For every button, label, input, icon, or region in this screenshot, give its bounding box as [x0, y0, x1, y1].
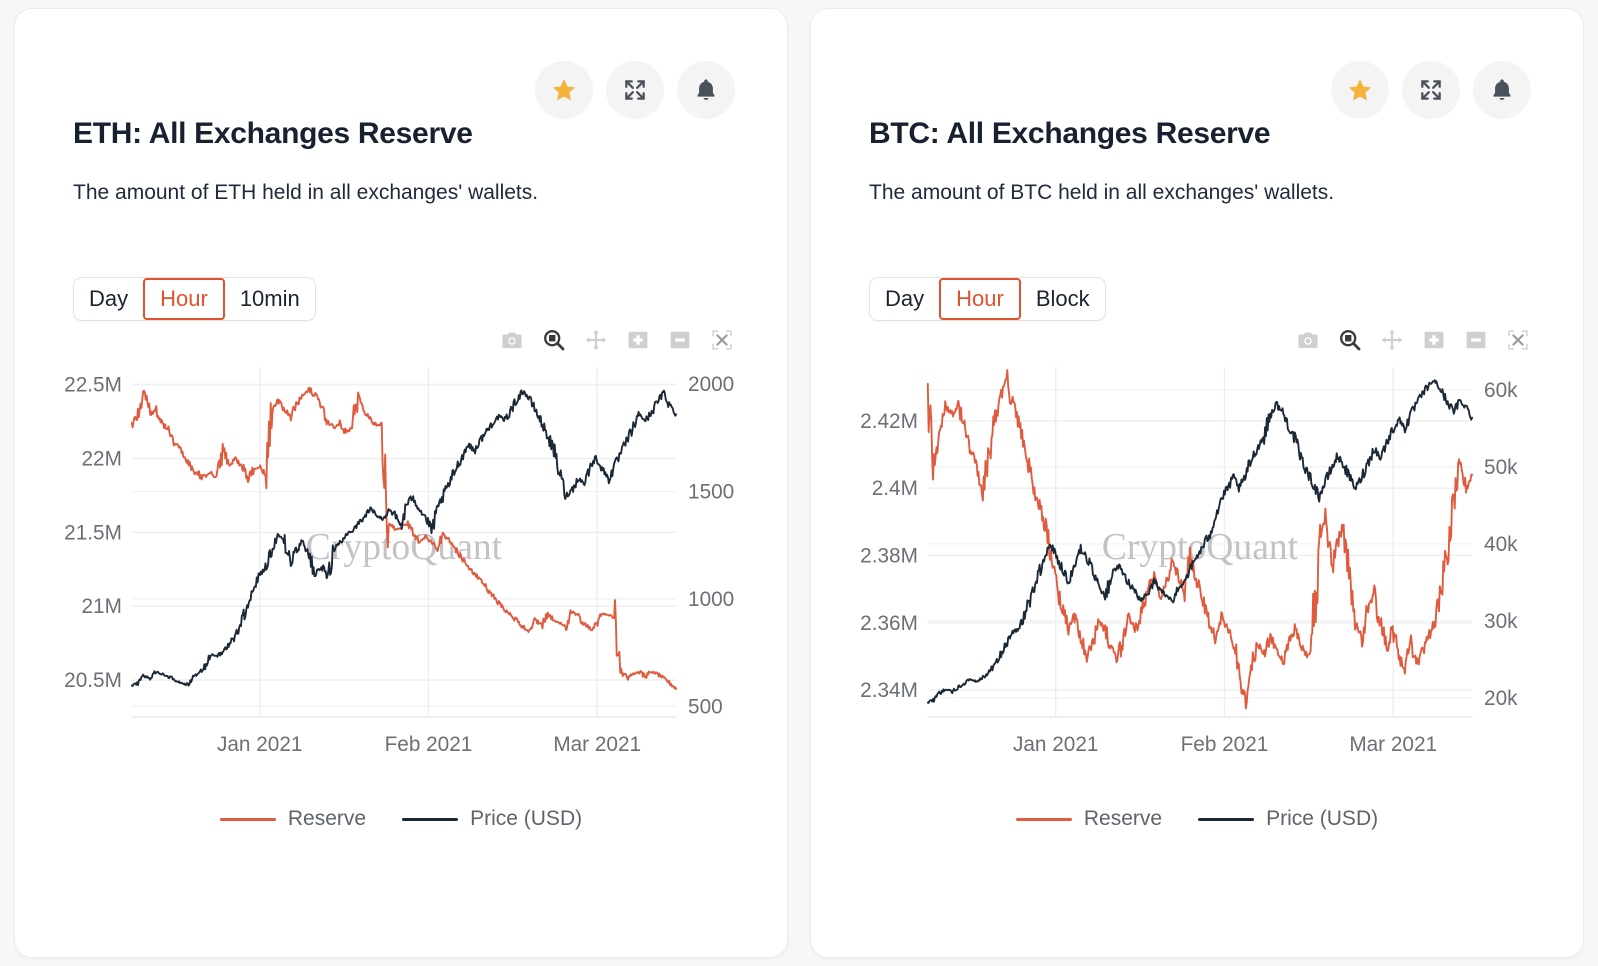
- x-axis-tick-label: Jan 2021: [1013, 733, 1098, 756]
- metric-card-eth: ETH: All Exchanges Reserve The amount of…: [14, 8, 788, 958]
- legend-swatch-price: [402, 818, 458, 821]
- chart-modebar: [1295, 327, 1531, 353]
- y-axis-tick-label: 2.4M: [872, 477, 918, 500]
- minus-icon: [1464, 328, 1488, 352]
- legend-item-price[interactable]: Price (USD): [402, 807, 582, 831]
- zoom-in-button[interactable]: [1421, 327, 1447, 353]
- legend-label-reserve: Reserve: [1084, 807, 1162, 831]
- card-description: The amount of ETH held in all exchanges'…: [73, 181, 538, 205]
- chart-svg: 22.5M 22M 21.5M 21M 20.5M 2000 1500 1000 500 Jan …: [15, 349, 787, 769]
- resolution-option-block[interactable]: Block: [1021, 278, 1105, 320]
- y2-axis-tick-label: 30k: [1484, 610, 1518, 633]
- y2-axis-tick-label: 20k: [1484, 687, 1518, 710]
- pan-button[interactable]: [583, 327, 609, 353]
- bell-icon: [693, 77, 719, 103]
- zoom-select-button[interactable]: [541, 327, 567, 353]
- autoscale-icon: [710, 328, 734, 352]
- star-icon: [1346, 76, 1374, 104]
- zoom-select-button[interactable]: [1337, 327, 1363, 353]
- x-axis-tick-label: Feb 2021: [385, 733, 473, 756]
- y-axis-tick-label: 21.5M: [64, 521, 122, 544]
- legend-label-price: Price (USD): [1266, 807, 1378, 831]
- fullscreen-button[interactable]: [1402, 61, 1460, 119]
- chart-plot-area[interactable]: 22.5M 22M 21.5M 21M 20.5M 2000 1500 1000 500 Jan …: [15, 349, 787, 769]
- resolution-toggle-group: Day Hour Block: [869, 277, 1106, 321]
- chart-legend: Reserve Price (USD): [811, 807, 1583, 831]
- download-png-button[interactable]: [499, 327, 525, 353]
- x-axis-tick-label: Mar 2021: [1349, 733, 1437, 756]
- legend-swatch-price: [1198, 818, 1254, 821]
- y-axis-tick-label: 2.36M: [860, 612, 918, 635]
- legend-swatch-reserve: [220, 818, 276, 821]
- zoom-box-icon: [542, 328, 566, 352]
- legend-swatch-reserve: [1016, 818, 1072, 821]
- y2-axis-tick-label: 500: [688, 695, 723, 718]
- y2-axis-tick-label: 1000: [688, 588, 734, 611]
- y2-axis-tick-label: 1500: [688, 480, 734, 503]
- alert-bell-button[interactable]: [677, 61, 735, 119]
- page-title: ETH: All Exchanges Reserve: [73, 117, 473, 151]
- zoom-in-button[interactable]: [625, 327, 651, 353]
- resolution-option-day[interactable]: Day: [74, 278, 143, 320]
- bell-icon: [1489, 77, 1515, 103]
- fullscreen-button[interactable]: [606, 61, 664, 119]
- legend-item-reserve[interactable]: Reserve: [1016, 807, 1162, 831]
- minus-icon: [668, 328, 692, 352]
- camera-icon: [1296, 328, 1320, 352]
- star-icon: [550, 76, 578, 104]
- favorite-star-button[interactable]: [1331, 61, 1389, 119]
- y-axis-tick-label: 2.34M: [860, 679, 918, 702]
- chart-legend: Reserve Price (USD): [15, 807, 787, 831]
- legend-label-price: Price (USD): [470, 807, 582, 831]
- card-description: The amount of BTC held in all exchanges'…: [869, 181, 1334, 205]
- y-axis-tick-label: 22M: [81, 447, 121, 470]
- watermark: CryptoQuant: [1102, 526, 1299, 568]
- legend-label-reserve: Reserve: [288, 807, 366, 831]
- zoom-out-button[interactable]: [1463, 327, 1489, 353]
- card-actions: [1331, 61, 1531, 119]
- y2-axis-tick-label: 60k: [1484, 379, 1518, 402]
- page-title: BTC: All Exchanges Reserve: [869, 117, 1270, 151]
- autoscale-button[interactable]: [1505, 327, 1531, 353]
- pan-icon: [1380, 328, 1404, 352]
- x-axis-tick-label: Feb 2021: [1181, 733, 1269, 756]
- chart-modebar: [499, 327, 735, 353]
- resolution-option-day[interactable]: Day: [870, 278, 939, 320]
- chart-plot-area[interactable]: 2.42M 2.4M 2.38M 2.36M 2.34M 60k 50k 40k 30k 20k J…: [811, 349, 1583, 769]
- chart-svg: 2.42M 2.4M 2.38M 2.36M 2.34M 60k 50k 40k 30k 20k J…: [811, 349, 1583, 769]
- autoscale-button[interactable]: [709, 327, 735, 353]
- plus-icon: [626, 328, 650, 352]
- autoscale-icon: [1506, 328, 1530, 352]
- y2-axis-tick-label: 40k: [1484, 533, 1518, 556]
- x-axis-tick-label: Jan 2021: [217, 733, 302, 756]
- legend-item-reserve[interactable]: Reserve: [220, 807, 366, 831]
- y-axis-tick-label: 21M: [81, 595, 121, 618]
- resolution-option-10min[interactable]: 10min: [225, 278, 315, 320]
- download-png-button[interactable]: [1295, 327, 1321, 353]
- camera-icon: [500, 328, 524, 352]
- pan-icon: [584, 328, 608, 352]
- dashboard-page: ETH: All Exchanges Reserve The amount of…: [0, 0, 1598, 966]
- resolution-option-hour[interactable]: Hour: [939, 278, 1021, 320]
- metric-card-btc: BTC: All Exchanges Reserve The amount of…: [810, 8, 1584, 958]
- y2-axis-tick-label: 50k: [1484, 456, 1518, 479]
- y-axis-tick-label: 20.5M: [64, 669, 122, 692]
- zoom-box-icon: [1338, 328, 1362, 352]
- x-axis-tick-label: Mar 2021: [553, 733, 641, 756]
- resolution-toggle-group: Day Hour 10min: [73, 277, 316, 321]
- resolution-option-hour[interactable]: Hour: [143, 278, 225, 320]
- card-actions: [535, 61, 735, 119]
- y-axis-tick-label: 2.38M: [860, 544, 918, 567]
- y2-axis-tick-label: 2000: [688, 373, 734, 396]
- pan-button[interactable]: [1379, 327, 1405, 353]
- y-axis-tick-label: 22.5M: [64, 374, 122, 397]
- y-axis-tick-label: 2.42M: [860, 410, 918, 433]
- alert-bell-button[interactable]: [1473, 61, 1531, 119]
- expand-icon: [622, 77, 648, 103]
- plus-icon: [1422, 328, 1446, 352]
- favorite-star-button[interactable]: [535, 61, 593, 119]
- zoom-out-button[interactable]: [667, 327, 693, 353]
- legend-item-price[interactable]: Price (USD): [1198, 807, 1378, 831]
- expand-icon: [1418, 77, 1444, 103]
